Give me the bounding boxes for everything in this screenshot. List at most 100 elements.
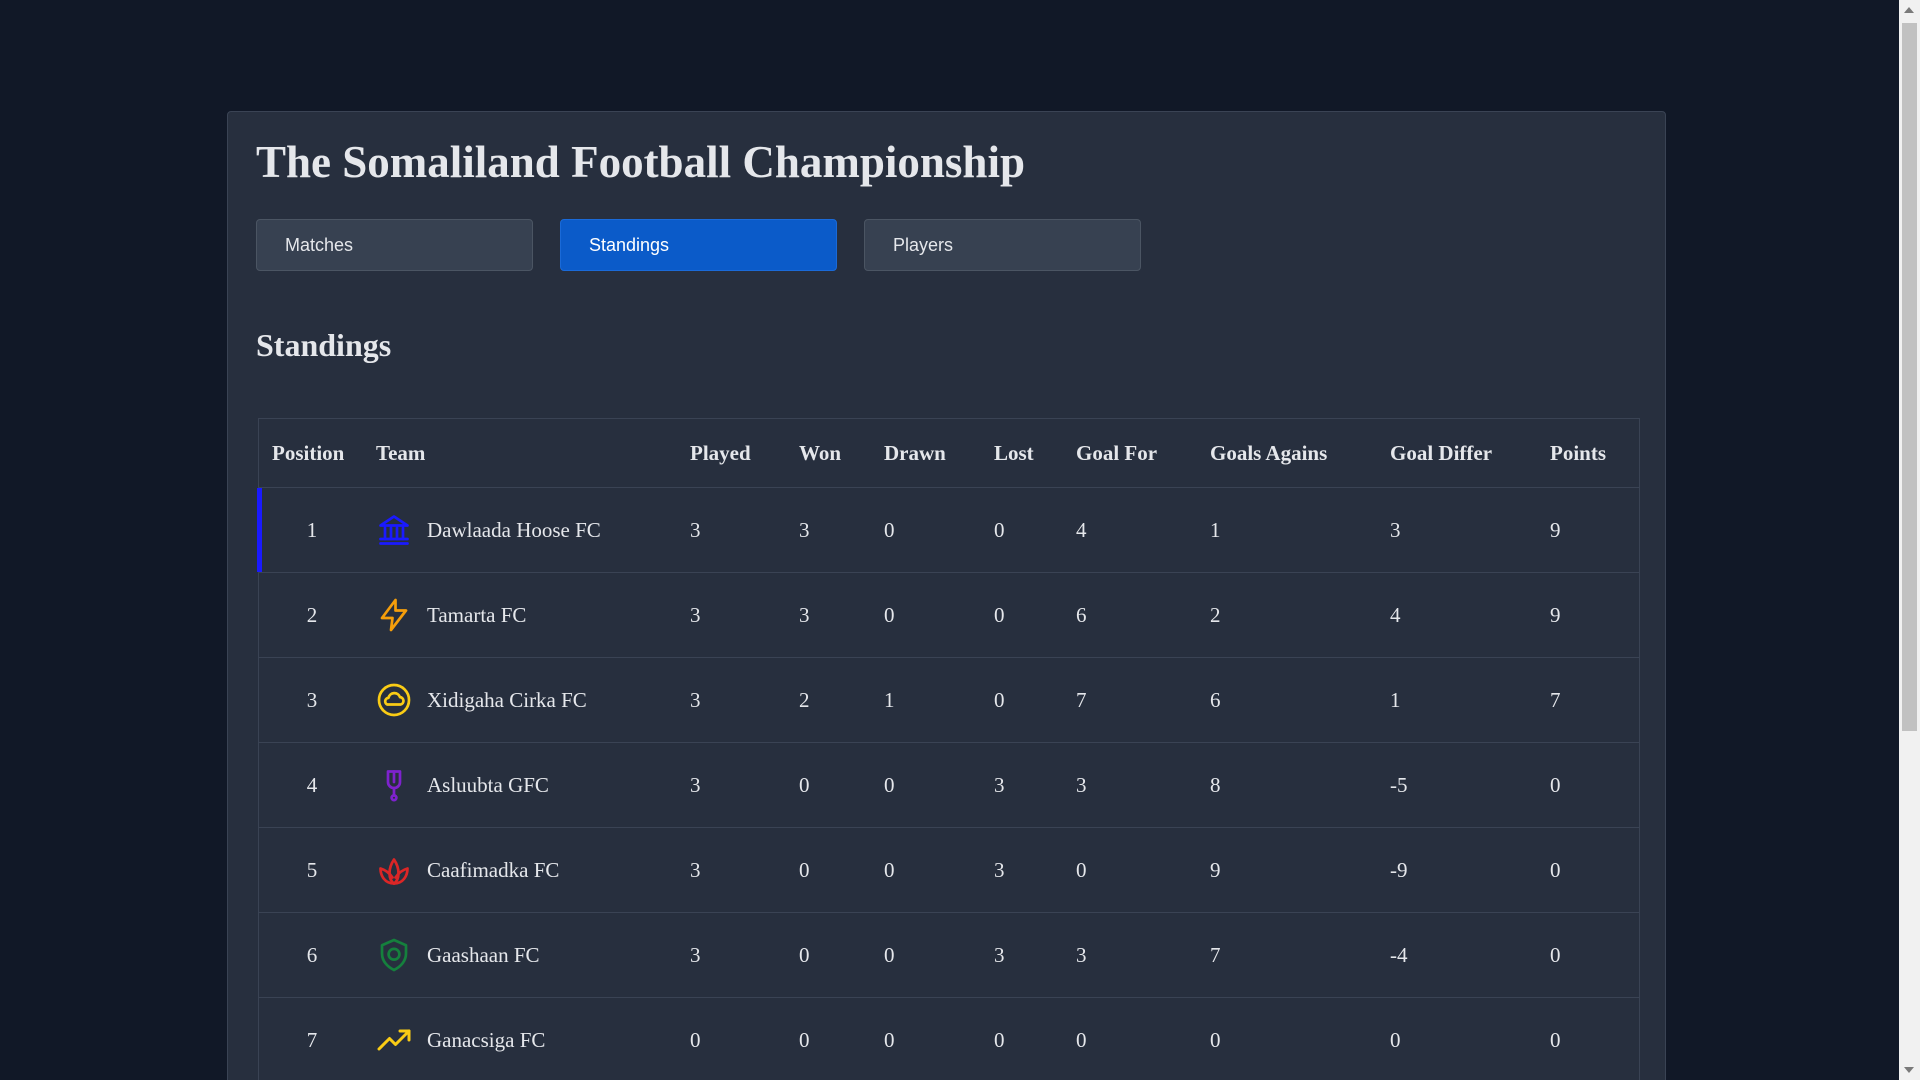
goal-for-cell: 4 — [1076, 517, 1087, 542]
table-row[interactable]: 5 Caafimadka FC 3 0 0 3 0 9 -9 0 — [259, 828, 1639, 913]
team-cell: Tamarta FC — [376, 573, 676, 657]
lost-cell: 3 — [994, 772, 1005, 797]
table-header-row: Position Team Played Won Drawn Lost Goal… — [259, 419, 1639, 488]
goal-difference-cell: -5 — [1390, 772, 1408, 797]
goal-difference-cell: 1 — [1390, 687, 1401, 712]
trending-up-icon — [376, 1022, 412, 1058]
position-cell: 2 — [306, 602, 318, 627]
table-row[interactable]: 2 Tamarta FC 3 3 0 0 6 2 4 9 — [259, 573, 1639, 658]
vertical-scrollbar[interactable] — [1899, 0, 1920, 1080]
drawn-cell: 0 — [884, 517, 895, 542]
points-cell: 0 — [1550, 857, 1561, 882]
played-cell: 3 — [690, 517, 701, 542]
main-card: The Somaliland Football Championship Mat… — [227, 111, 1666, 1080]
header-played[interactable]: Played — [690, 419, 751, 487]
table-row[interactable]: 6 Gaashaan FC 3 0 0 3 3 7 -4 0 — [259, 913, 1639, 998]
lost-cell: 0 — [994, 687, 1005, 712]
played-cell: 3 — [690, 942, 701, 967]
table-row[interactable]: 7 Ganacsiga FC 0 0 0 0 0 0 0 0 — [259, 998, 1639, 1080]
drawn-cell: 0 — [884, 942, 895, 967]
position-cell: 3 — [306, 687, 318, 712]
lightning-bolt-icon — [376, 597, 412, 633]
cloud-sun-icon — [376, 682, 412, 718]
header-goals-against[interactable]: Goals Agains — [1210, 419, 1327, 487]
tab-players[interactable]: Players — [864, 219, 1141, 271]
points-cell: 7 — [1550, 687, 1561, 712]
table-row[interactable]: 1 Dawlaada Hoose FC 3 3 0 0 4 1 3 9 — [257, 488, 1639, 573]
header-lost[interactable]: Lost — [994, 419, 1034, 487]
scrollbar-thumb[interactable] — [1902, 23, 1917, 731]
tab-standings[interactable]: Standings — [560, 219, 837, 271]
page-title: The Somaliland Football Championship — [256, 137, 1025, 187]
won-cell: 0 — [799, 1027, 810, 1052]
goals-against-cell: 8 — [1210, 772, 1221, 797]
points-cell: 0 — [1550, 942, 1561, 967]
scroll-up-arrow-icon[interactable] — [1904, 7, 1914, 13]
position-cell: 1 — [306, 517, 318, 542]
header-drawn[interactable]: Drawn — [884, 419, 946, 487]
header-team[interactable]: Team — [376, 419, 676, 487]
won-cell: 3 — [799, 517, 810, 542]
points-cell: 0 — [1550, 772, 1561, 797]
team-name[interactable]: Caafimadka FC — [427, 858, 559, 883]
header-won[interactable]: Won — [799, 419, 841, 487]
goal-for-cell: 3 — [1076, 942, 1087, 967]
lost-cell: 0 — [994, 517, 1005, 542]
team-cell: Caafimadka FC — [376, 828, 676, 912]
drawn-cell: 0 — [884, 1027, 895, 1052]
goal-for-cell: 6 — [1076, 602, 1087, 627]
played-cell: 3 — [690, 772, 701, 797]
position-cell: 6 — [306, 942, 318, 967]
position-cell: 5 — [306, 857, 318, 882]
won-cell: 2 — [799, 687, 810, 712]
goals-against-cell: 0 — [1210, 1027, 1221, 1052]
section-title: Standings — [256, 327, 392, 363]
won-cell: 0 — [799, 857, 810, 882]
goal-difference-cell: -9 — [1390, 857, 1408, 882]
shield-icon — [376, 937, 412, 973]
points-cell: 0 — [1550, 1027, 1561, 1052]
table-row[interactable]: 4 Asluubta GFC 3 0 0 3 3 8 -5 0 — [259, 743, 1639, 828]
drawn-cell: 0 — [884, 602, 895, 627]
drawn-cell: 1 — [884, 687, 895, 712]
goal-difference-cell: -4 — [1390, 942, 1408, 967]
goals-against-cell: 7 — [1210, 942, 1221, 967]
goal-for-cell: 7 — [1076, 687, 1087, 712]
drawn-cell: 0 — [884, 772, 895, 797]
lost-cell: 0 — [994, 1027, 1005, 1052]
points-cell: 9 — [1550, 517, 1561, 542]
header-position[interactable]: Position — [272, 419, 352, 487]
played-cell: 0 — [690, 1027, 701, 1052]
won-cell: 0 — [799, 942, 810, 967]
goal-difference-cell: 4 — [1390, 602, 1401, 627]
goals-against-cell: 6 — [1210, 687, 1221, 712]
standings-table: Position Team Played Won Drawn Lost Goal… — [257, 418, 1640, 1080]
lotus-icon — [376, 852, 412, 888]
lost-cell: 3 — [994, 942, 1005, 967]
team-name[interactable]: Asluubta GFC — [427, 773, 549, 798]
header-goal-for[interactable]: Goal For — [1076, 419, 1157, 487]
table-row[interactable]: 3 Xidigaha Cirka FC 3 2 1 0 7 6 1 7 — [259, 658, 1639, 743]
tab-matches[interactable]: Matches — [256, 219, 533, 271]
goal-for-cell: 0 — [1076, 1027, 1087, 1052]
played-cell: 3 — [690, 687, 701, 712]
team-cell: Asluubta GFC — [376, 743, 676, 827]
goals-against-cell: 9 — [1210, 857, 1221, 882]
goals-against-cell: 2 — [1210, 602, 1221, 627]
team-name[interactable]: Xidigaha Cirka FC — [427, 688, 587, 713]
team-name[interactable]: Dawlaada Hoose FC — [427, 518, 601, 543]
goal-difference-cell: 3 — [1390, 517, 1401, 542]
scroll-down-arrow-icon[interactable] — [1904, 1067, 1914, 1073]
team-name[interactable]: Gaashaan FC — [427, 943, 540, 968]
team-name[interactable]: Ganacsiga FC — [427, 1028, 545, 1053]
won-cell: 0 — [799, 772, 810, 797]
team-cell: Dawlaada Hoose FC — [376, 488, 676, 572]
drawn-cell: 0 — [884, 857, 895, 882]
header-goal-difference[interactable]: Goal Differ — [1390, 419, 1492, 487]
position-cell: 7 — [306, 1027, 318, 1052]
team-name[interactable]: Tamarta FC — [427, 603, 526, 628]
goal-for-cell: 0 — [1076, 857, 1087, 882]
medal-icon — [376, 767, 412, 803]
header-points[interactable]: Points — [1550, 419, 1606, 487]
played-cell: 3 — [690, 602, 701, 627]
